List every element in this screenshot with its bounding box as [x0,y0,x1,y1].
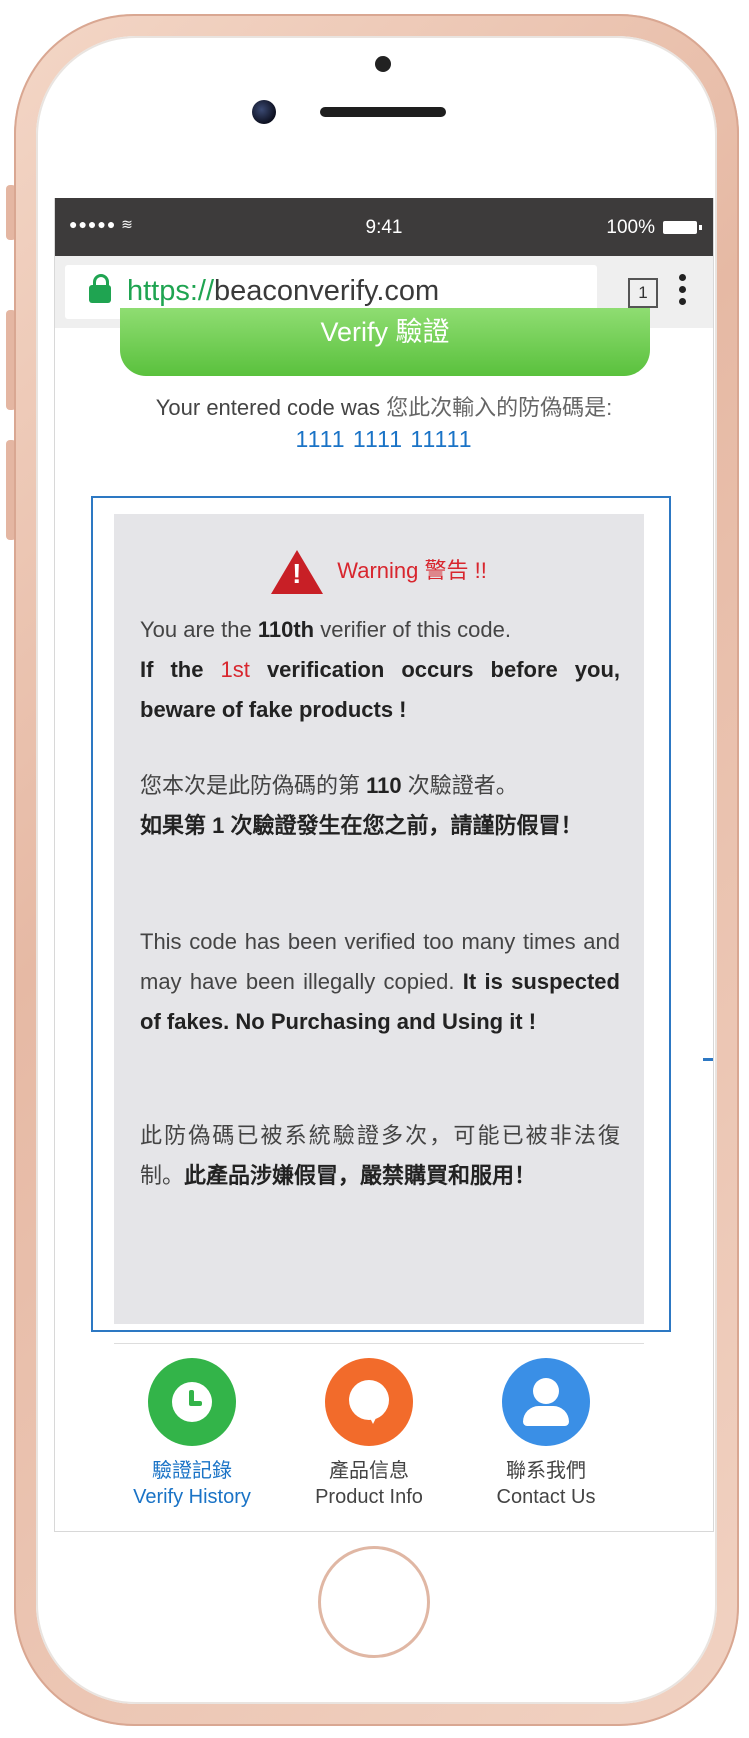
warning-title: Warning 警告 !! [337,557,487,583]
divider [114,1343,644,1344]
entered-code-value: 1111 1111 11111 [295,426,473,452]
entered-code-label-en: Your entered code was [155,395,380,420]
nav-label: 驗證記錄 Verify History [133,1460,251,1508]
warning-text-en-3: This code has been verified too many tim… [140,922,620,1042]
warning-header: ! Warning 警告 !! [114,550,644,594]
battery-icon [663,221,702,235]
verifier-count-zh: 110 [366,773,402,798]
nav-contact-us[interactable]: 聯系我們 Contact Us [466,1358,626,1510]
text: 次驗證發生在您之前， [230,813,451,838]
phone-screen: ●●●●● ≋ 9:41 100% https://beaconverify.c… [54,198,714,1532]
battery-percent: 100% [606,217,655,238]
text: If the [140,657,204,682]
nav-product-info[interactable]: 產品信息 Product Info [289,1358,449,1510]
nav-label: 產品信息 Product Info [315,1460,423,1508]
nav-label: 聯系我們 Contact Us [496,1460,596,1508]
person-icon [502,1358,590,1446]
fake-warning-zh: 請謹防假冒！ [450,813,583,838]
fake-warning: beware of fake products ! [140,697,407,722]
warning-text-zh-2: 如果第 1 次驗證發生在您之前，請謹防假冒！ [140,806,620,846]
home-button[interactable] [318,1546,430,1658]
text: verifier of this code. [320,617,511,642]
entered-code-label-zh: 您此次輸入的防偽碼是: [386,395,613,420]
warning-panel: ! Warning 警告 !! You are the 110th verifi… [114,514,644,1324]
warning-icon: ! [271,550,324,594]
text: 此產品涉嫌假冒， [184,1163,361,1188]
battery-status: 100% [606,217,702,239]
text: You are the [140,617,252,642]
nav-verify-history[interactable]: 驗證記錄 Verify History [112,1358,272,1510]
status-bar: ●●●●● ≋ 9:41 100% [55,198,713,256]
first-verification: 1st [220,657,250,682]
url-scheme: https:// [127,275,215,307]
warning-text-en-1: You are the 110th verifier of this code. [140,610,620,650]
url-host: beaconverify.com [214,275,440,307]
text: verification occurs before you, [266,657,621,682]
front-camera [252,100,276,124]
entered-code-label: Your entered code was 您此次輸入的防偽碼是: [55,390,713,422]
url-text[interactable]: https://beaconverify.com [127,275,439,308]
lock-icon [89,274,111,303]
chat-bubble-icon [325,1358,413,1446]
tabs-switcher-icon[interactable]: 1 [628,278,658,308]
warning-text-en-2: If the 1st verification occurs before yo… [140,650,620,730]
text: 如果第 [140,813,207,838]
callout-arrow-line [703,1058,713,1061]
verify-button[interactable]: Verify 驗證 [120,308,650,376]
clock-icon [148,1358,236,1446]
text: 次驗證者。 [407,773,518,798]
earpiece-speaker [320,107,446,117]
no-purchase-warning: No Purchasing and Using it ! [235,1009,537,1034]
proximity-sensor [375,56,391,72]
text: 您本次是此防偽碼的第 [140,773,361,798]
warning-text-zh-1: 您本次是此防偽碼的第 110 次驗證者。 [140,766,620,806]
first-verification-zh: 1 [212,813,225,838]
no-purchase-warning-zh: 嚴禁購買和服用！ [360,1163,537,1188]
verifier-count: 110th [257,617,315,642]
warning-text-zh-3: 此防偽碼已被系統驗證多次，可能已被非法復制。此產品涉嫌假冒，嚴禁購買和服用！ [140,1116,620,1196]
overflow-menu-icon[interactable] [679,274,687,310]
